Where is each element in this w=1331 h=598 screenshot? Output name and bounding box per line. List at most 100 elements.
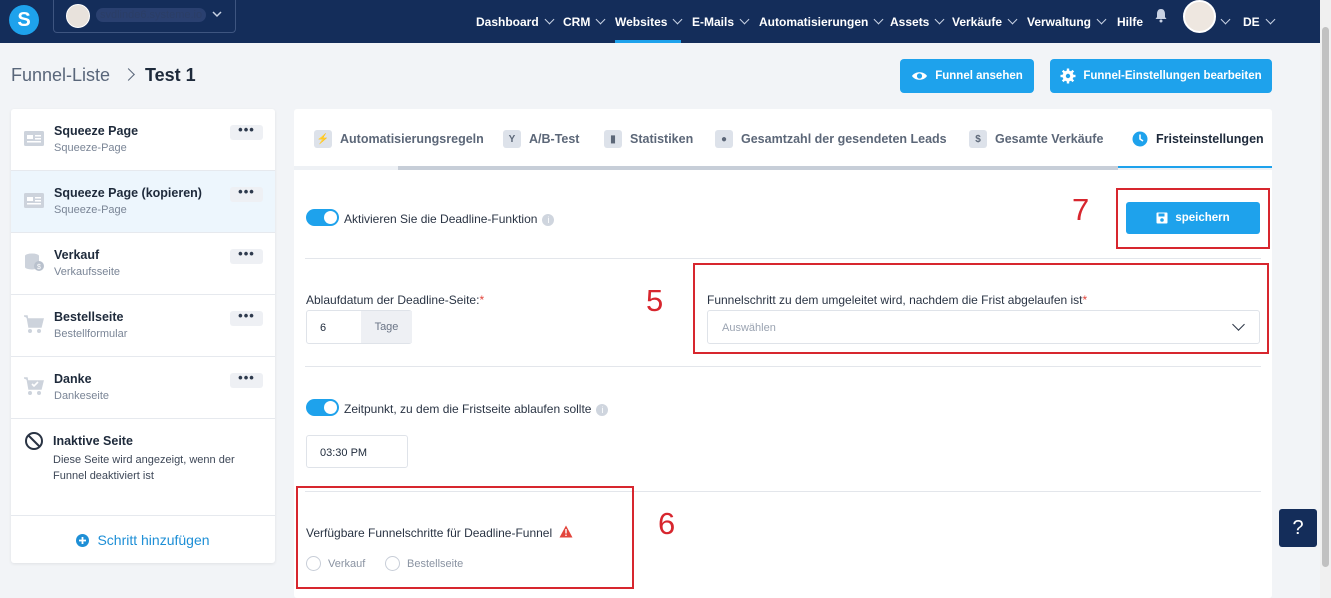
funnel-step-danke[interactable]: Danke Dankeseite ••• [11,357,275,419]
edit-funnel-settings-label: Funnel-Einstellungen bearbeiten [1083,70,1262,82]
user-menu-chevron[interactable] [1220,0,1231,43]
annotation-box-redirect [693,263,1269,354]
more-options-button[interactable]: ••• [230,371,263,388]
users-icon: ● [715,130,733,148]
tab-label: Gesamtzahl der gesendeten Leads [741,132,947,146]
bar-chart-icon: ▮ [604,130,622,148]
site-avatar [66,4,90,28]
chevron-down-icon [1007,14,1018,25]
tab-label: Fristeinstellungen [1156,132,1264,146]
chevron-down-icon [544,14,555,25]
page-layout-icon [24,131,44,146]
language-selector[interactable]: DE [1243,0,1276,43]
chevron-down-icon [595,14,606,25]
breadcrumb-funnel-list[interactable]: Funnel-Liste [11,65,110,86]
step-subtitle: Bestellformular [54,328,128,340]
enable-deadline-label: Aktivieren Sie die Deadline-Funktion i [344,212,555,226]
annotation-box-available-steps [296,486,634,589]
step-title: Bestellseite [54,310,124,324]
expiry-time-input[interactable]: 03:30 PM [306,435,408,468]
active-tab-indicator [1118,166,1272,168]
more-options-button[interactable]: ••• [230,247,263,264]
tab-total-sales[interactable]: $ Gesamte Verkäufe [969,129,1103,149]
add-step-button[interactable]: Schritt hinzufügen [11,517,275,563]
chevron-right-icon [122,68,135,81]
systeme-logo[interactable]: S [9,5,39,35]
scrollbar-thumb[interactable] [1322,27,1329,567]
bell-icon[interactable] [1154,8,1168,23]
coins-icon: $ [25,253,44,271]
step-title: Verkauf [54,248,100,262]
dollar-icon: $ [969,130,987,148]
more-options-button[interactable]: ••• [230,185,263,202]
inactive-page-step[interactable]: Inaktive Seite Diese Seite wird angezeig… [11,419,275,516]
tab-ab-test[interactable]: Y A/B-Test [503,129,579,149]
site-name: svdlinde6.systeme.io [96,8,207,22]
chevron-down-icon [212,11,222,18]
edit-funnel-settings-button[interactable]: Funnel-Einstellungen bearbeiten [1050,59,1272,93]
plus-circle-icon [76,533,90,547]
funnel-step-bestellseite[interactable]: Bestellseite Bestellformular ••• [11,295,275,357]
clock-icon [1132,131,1148,147]
help-button[interactable]: ? [1279,509,1317,547]
nav-administration[interactable]: Verwaltung [1027,0,1107,43]
page-scrollbar[interactable] [1320,0,1331,598]
nav-automations[interactable]: Automatisierungen [759,0,884,43]
info-icon[interactable]: i [542,213,555,226]
tab-bar-scrollbar[interactable] [398,166,1118,170]
cart-icon [24,315,44,333]
tab-label: Automatisierungsregeln [340,132,484,146]
nav-help[interactable]: Hilfe [1117,0,1143,43]
step-title: Squeeze Page [54,124,139,138]
expiry-time-toggle[interactable] [306,399,339,416]
nav-crm[interactable]: CRM [563,0,606,43]
gear-icon [1060,68,1076,84]
tab-bar: ⚡ Automatisierungsregeln Y A/B-Test ▮ St… [294,109,1272,170]
step-subtitle: Verkaufsseite [54,266,121,278]
section-divider [305,258,1261,259]
info-icon[interactable]: i [596,403,609,416]
inactive-page-title: Inaktive Seite [53,434,133,448]
annotation-number-6: 6 [658,506,676,541]
required-mark: * [479,293,485,307]
more-options-button[interactable]: ••• [230,309,263,326]
nav-websites[interactable]: Websites [615,0,683,43]
chevron-down-icon [934,14,945,25]
add-step-label: Schritt hinzufügen [97,532,210,548]
step-title: Danke [54,372,92,386]
expiry-days-value[interactable]: 6 [320,322,326,334]
more-options-button[interactable]: ••• [230,123,263,140]
inactive-page-description: Diese Seite wird angezeigt, wenn der Fun… [53,454,235,482]
funnel-steps-sidebar: Squeeze Page Squeeze-Page ••• Squeeze Pa… [11,109,275,563]
tab-statistics[interactable]: ▮ Statistiken [604,129,693,149]
enable-deadline-toggle[interactable] [306,209,339,226]
tab-deadline-settings[interactable]: Fristeinstellungen [1132,129,1264,149]
tab-label: Gesamte Verkäufe [995,132,1104,146]
chevron-down-icon [1265,14,1276,25]
tab-label: A/B-Test [529,132,580,146]
tab-automation-rules[interactable]: ⚡ Automatisierungsregeln [314,129,484,149]
tab-total-leads[interactable]: ● Gesamtzahl der gesendeten Leads [715,129,947,149]
tab-label: Statistiken [630,132,694,146]
cart-check-icon [24,377,44,395]
step-title: Squeeze Page (kopieren) [54,186,202,200]
site-selector[interactable]: svdlinde6.systeme.io [53,0,236,33]
funnel-step-verkauf[interactable]: $ Verkauf Verkaufsseite ••• [11,233,275,295]
annotation-number-7: 7 [1072,192,1090,227]
view-funnel-button[interactable]: Funnel ansehen [900,59,1034,93]
annotation-box-save [1116,188,1270,249]
funnel-step-squeeze-page-copy[interactable]: Squeeze Page (kopieren) Squeeze-Page ••• [11,171,275,233]
funnel-step-squeeze-page[interactable]: Squeeze Page Squeeze-Page ••• [11,109,275,171]
expiry-days-input[interactable]: 6 Tage [306,310,412,344]
svg-text:$: $ [37,264,41,271]
nav-sales[interactable]: Verkäufe [952,0,1018,43]
annotation-number-5: 5 [646,283,664,318]
split-icon: Y [503,130,521,148]
nav-dashboard[interactable]: Dashboard [476,0,555,43]
nav-emails[interactable]: E-Mails [692,0,750,43]
page-title: Test 1 [145,65,196,85]
view-funnel-label: Funnel ansehen [935,70,1023,82]
user-avatar[interactable] [1183,0,1216,33]
nav-assets[interactable]: Assets [890,0,945,43]
step-subtitle: Squeeze-Page [54,204,127,216]
